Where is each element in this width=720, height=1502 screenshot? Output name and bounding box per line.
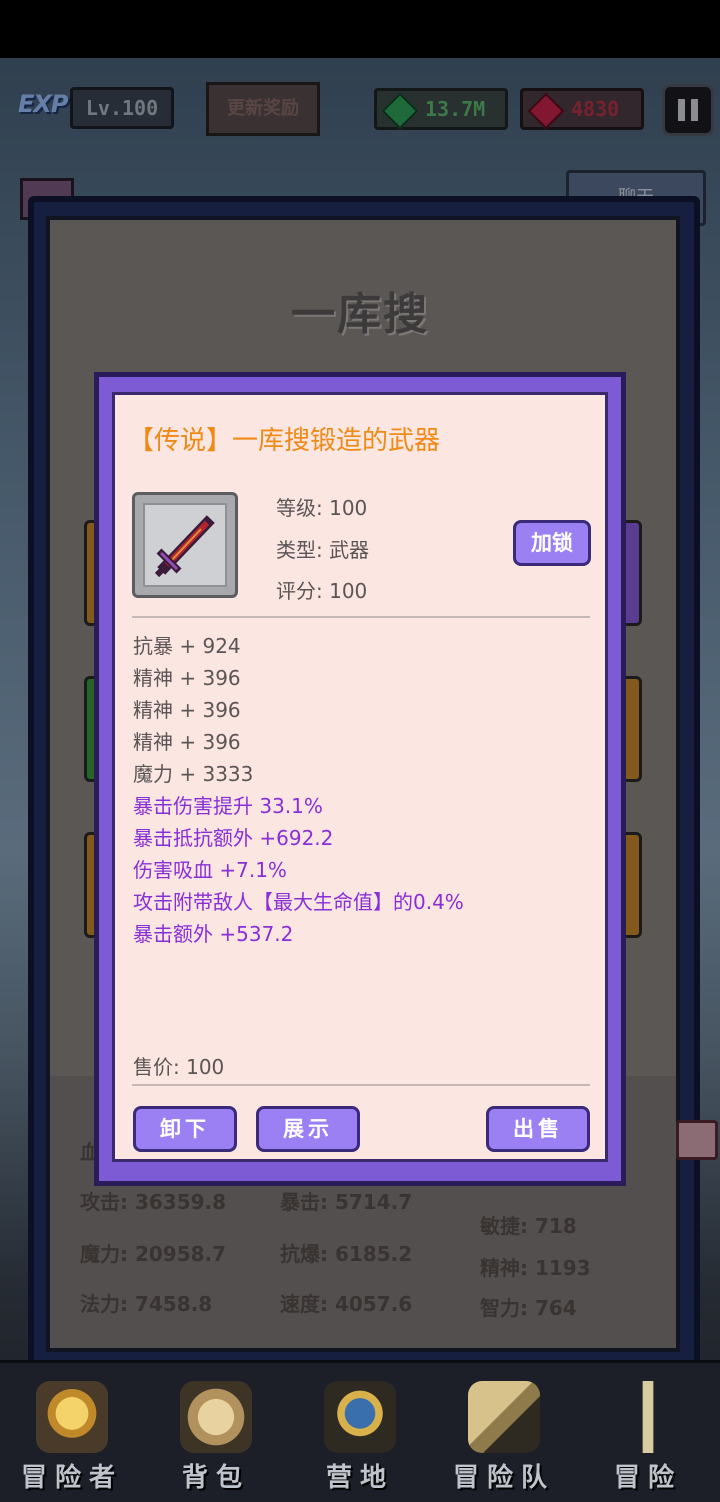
sell-button[interactable]: 出售	[486, 1106, 590, 1152]
extra-attr: 暴击伤害提升 33.1%	[133, 794, 323, 818]
unequip-button[interactable]: 卸下	[133, 1106, 237, 1152]
lock-button[interactable]: 加锁	[513, 520, 591, 566]
item-level: 等级: 100	[276, 496, 368, 520]
item-price: 售价: 100	[133, 1055, 225, 1079]
divider	[132, 616, 590, 618]
nav-team-label: 冒险队	[452, 1463, 555, 1493]
nav-camp-label: 营地	[325, 1463, 394, 1493]
backpack-icon	[180, 1381, 252, 1453]
base-attr: 精神 + 396	[133, 730, 241, 754]
show-button[interactable]: 展示	[256, 1106, 360, 1152]
item-icon-frame	[132, 492, 238, 598]
base-attr: 魔力 + 3333	[133, 762, 254, 786]
base-attr: 抗暴 + 924	[133, 634, 241, 658]
item-title: 【传说】一库搜锻造的武器	[128, 426, 441, 456]
nav-adventure-label: 冒险	[613, 1463, 682, 1493]
nav-backpack[interactable]: 背包	[144, 1363, 288, 1502]
sword-icon	[612, 1381, 684, 1453]
status-bar	[0, 0, 720, 58]
extra-attr: 暴击抵抗额外 +692.2	[133, 826, 334, 850]
base-attr: 精神 + 396	[133, 666, 241, 690]
sword-icon	[154, 515, 215, 578]
nav-camp[interactable]: 营地	[288, 1363, 432, 1502]
extra-attr: 伤害吸血 +7.1%	[133, 858, 287, 882]
camp-banner-icon	[324, 1381, 396, 1453]
divider	[132, 1084, 590, 1086]
bottom-nav: 冒险者 背包 营地 冒险队 冒险	[0, 1360, 720, 1502]
nav-adventure[interactable]: 冒险	[576, 1363, 720, 1502]
item-type: 类型: 武器	[276, 538, 370, 562]
nav-adventurer-label: 冒险者	[20, 1463, 123, 1493]
crown-helmet-icon	[36, 1381, 108, 1453]
extra-attr: 暴击额外 +537.2	[133, 922, 294, 946]
team-book-icon	[468, 1381, 540, 1453]
base-attr: 精神 + 396	[133, 698, 241, 722]
item-score: 评分: 100	[276, 579, 368, 603]
nav-backpack-label: 背包	[181, 1463, 250, 1493]
extra-attr: 攻击附带敌人【最大生命值】的0.4%	[133, 890, 464, 914]
nav-adventurer[interactable]: 冒险者	[0, 1363, 144, 1502]
nav-team[interactable]: 冒险队	[432, 1363, 576, 1502]
